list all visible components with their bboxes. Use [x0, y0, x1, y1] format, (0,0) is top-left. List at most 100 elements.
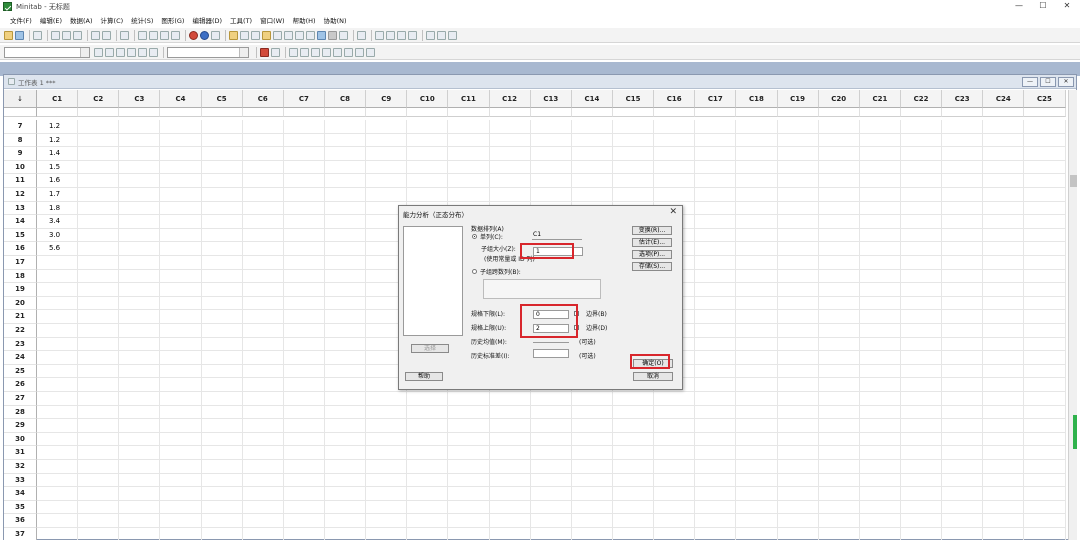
worksheet-cell[interactable] — [407, 174, 449, 188]
worksheet-cell[interactable] — [37, 473, 79, 488]
worksheet-cell[interactable] — [160, 188, 202, 202]
project-manager-icon[interactable] — [295, 30, 304, 40]
worksheet-cell[interactable] — [612, 473, 655, 488]
worksheet-cell[interactable] — [612, 446, 655, 460]
worksheet-cell[interactable] — [283, 120, 325, 134]
column-header[interactable]: C9 — [366, 90, 408, 108]
insert-column-icon[interactable] — [149, 30, 158, 40]
worksheet-cell[interactable] — [942, 528, 984, 540]
worksheet-cell[interactable] — [201, 174, 243, 188]
worksheet-cell[interactable] — [695, 528, 737, 540]
worksheet-cell[interactable] — [818, 310, 860, 324]
worksheet-cell[interactable] — [1024, 120, 1066, 134]
worksheet-cell[interactable] — [900, 269, 943, 284]
pen-icon[interactable] — [437, 30, 446, 40]
worksheet-cell[interactable] — [201, 446, 243, 460]
menu-item-10[interactable]: 协助(N) — [324, 15, 347, 25]
edit-last-dialog-icon[interactable] — [120, 30, 129, 40]
worksheet-cell[interactable] — [777, 256, 819, 270]
worksheet-cell[interactable] — [78, 460, 120, 474]
worksheet-cell[interactable] — [654, 147, 696, 161]
worksheet-cell[interactable] — [571, 460, 613, 474]
worksheet-cell[interactable] — [736, 215, 778, 229]
worksheet-cell[interactable] — [324, 228, 367, 243]
data-entry-direction-arrow[interactable]: ↓ — [4, 90, 37, 108]
worksheet-cell[interactable] — [37, 310, 79, 324]
worksheet-cell[interactable] — [572, 528, 613, 540]
worksheet-cell[interactable] — [407, 446, 449, 460]
worksheet-cell[interactable] — [654, 528, 696, 540]
column-header[interactable]: C18 — [736, 90, 778, 108]
row-header[interactable]: 10 — [4, 160, 37, 175]
delete-icon[interactable] — [260, 47, 269, 57]
worksheet-cell[interactable] — [736, 256, 778, 270]
brush-select-icon[interactable] — [94, 47, 103, 57]
worksheet-cell[interactable] — [119, 364, 161, 379]
column-name-cell[interactable] — [736, 108, 778, 117]
worksheet-cell[interactable] — [777, 460, 819, 474]
worksheet-cell[interactable] — [695, 432, 737, 447]
worksheet-cell[interactable] — [448, 120, 490, 134]
column-name-cell[interactable] — [530, 108, 572, 117]
worksheet-cell[interactable] — [1024, 147, 1066, 161]
worksheet-cell[interactable] — [366, 487, 408, 501]
worksheet-cell[interactable] — [1024, 446, 1066, 460]
worksheet-cell[interactable] — [160, 419, 202, 433]
worksheet-cell[interactable] — [900, 337, 943, 352]
worksheet-cell[interactable] — [818, 242, 860, 256]
worksheet-cell[interactable] — [324, 500, 367, 515]
column-header[interactable]: C23 — [942, 90, 984, 108]
worksheet-cell[interactable] — [942, 514, 984, 528]
single-column-radio[interactable] — [472, 234, 477, 239]
print-icon[interactable] — [33, 30, 42, 40]
worksheet-cell[interactable] — [160, 392, 202, 406]
column-name-cell[interactable] — [612, 108, 655, 117]
ellipse-tool-icon[interactable] — [322, 47, 331, 57]
polygon-tool-icon[interactable] — [344, 47, 353, 57]
worksheet-cell[interactable] — [489, 514, 531, 528]
worksheet-cell[interactable] — [283, 500, 325, 515]
column-header[interactable]: C12 — [489, 90, 531, 108]
worksheet-cell[interactable] — [859, 514, 901, 528]
subgroups-across-input[interactable] — [483, 279, 601, 299]
worksheet-cell[interactable] — [942, 120, 984, 134]
column-header[interactable]: C19 — [777, 90, 819, 108]
worksheet-cell[interactable] — [448, 528, 490, 540]
worksheet-cell[interactable] — [695, 392, 737, 406]
find-icon[interactable] — [160, 30, 169, 40]
worksheet-cell[interactable] — [160, 215, 202, 229]
worksheet-cell[interactable] — [818, 487, 860, 501]
worksheet-cell[interactable] — [818, 188, 860, 202]
worksheet-cell[interactable] — [37, 269, 79, 284]
worksheet-cell[interactable] — [324, 174, 367, 188]
worksheet-cell[interactable] — [777, 473, 819, 488]
cut-icon[interactable] — [51, 30, 60, 40]
dialog-close-button[interactable]: ✕ — [669, 207, 677, 217]
worksheet-cell[interactable] — [654, 188, 696, 202]
worksheet-cell[interactable] — [242, 174, 284, 188]
row-header[interactable]: 27 — [4, 392, 37, 406]
worksheet-cell[interactable] — [242, 392, 284, 406]
worksheet-cell[interactable] — [942, 310, 984, 324]
row-header[interactable]: 14 — [4, 215, 37, 229]
tile-icon[interactable] — [306, 30, 315, 40]
column-name-cell[interactable] — [859, 108, 901, 117]
worksheet-cell[interactable] — [900, 215, 943, 229]
worksheet-cell[interactable] — [283, 283, 325, 297]
worksheet-cell[interactable] — [983, 487, 1025, 501]
worksheet-cell[interactable]: 1.2 — [37, 133, 79, 148]
worksheet-cell[interactable] — [736, 310, 778, 324]
vertical-scrollbar[interactable] — [1068, 90, 1077, 540]
row-header[interactable]: 13 — [4, 201, 37, 216]
worksheet-cell[interactable] — [283, 256, 325, 270]
worksheet-cell[interactable] — [778, 528, 819, 540]
worksheet-cell[interactable] — [900, 460, 943, 474]
worksheet-cell[interactable] — [942, 283, 984, 297]
worksheet-cell[interactable] — [571, 174, 613, 188]
worksheet-cell[interactable] — [324, 133, 367, 148]
worksheet-cell[interactable] — [366, 392, 408, 406]
worksheet-cell[interactable] — [448, 514, 490, 528]
historical-std-input[interactable] — [533, 349, 569, 358]
worksheet-cell[interactable] — [119, 405, 161, 420]
worksheet-cell[interactable] — [201, 324, 243, 338]
